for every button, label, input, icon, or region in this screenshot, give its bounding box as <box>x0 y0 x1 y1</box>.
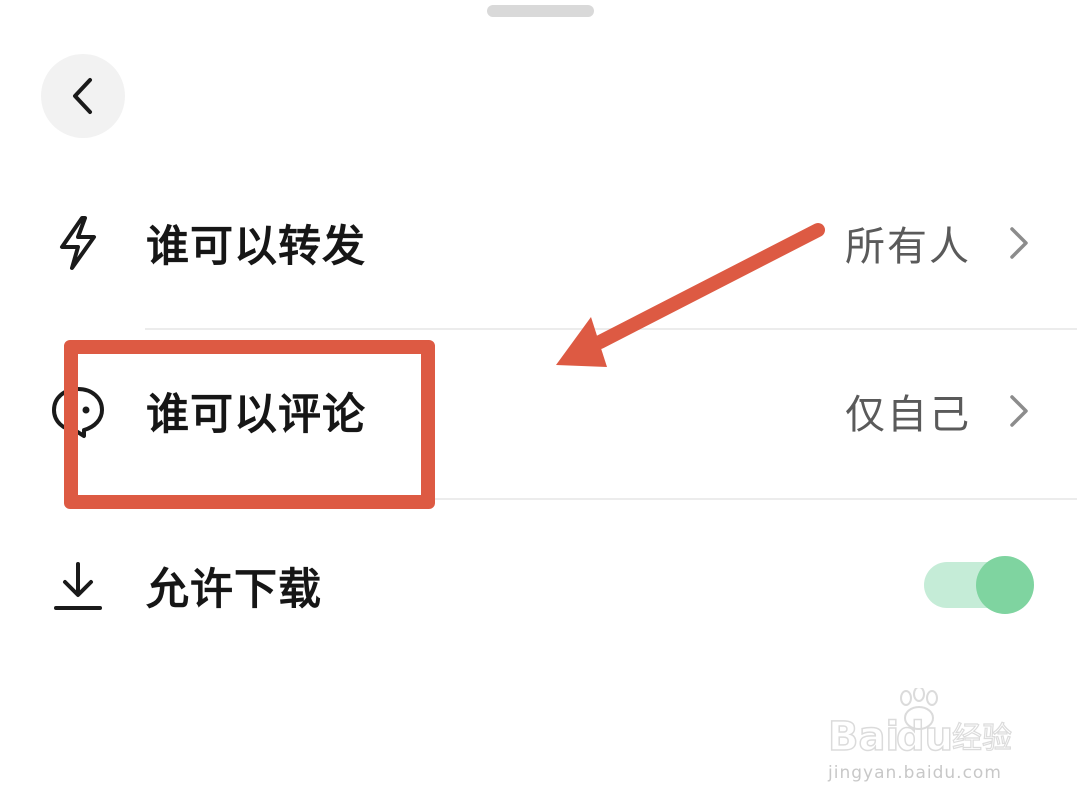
comment-icon <box>50 383 106 439</box>
setting-label-forward: 谁可以转发 <box>146 222 366 272</box>
privacy-settings-sheet: 谁可以转发 所有人 谁可以评论 仅自己 允许下载 Bai du 经验 jingy… <box>0 0 1077 807</box>
baidu-watermark: Bai du 经验 jingyan.baidu.com <box>827 688 1013 783</box>
back-button[interactable] <box>41 54 125 138</box>
chevron-right-icon <box>1010 227 1028 259</box>
toggle-knob <box>976 556 1034 614</box>
svg-text:Bai: Bai <box>828 714 899 760</box>
setting-label-download: 允许下载 <box>146 565 322 615</box>
setting-value-comment: 仅自己 <box>845 392 971 438</box>
svg-text:jingyan.baidu.com: jingyan.baidu.com <box>827 763 1002 783</box>
setting-label-comment: 谁可以评论 <box>146 390 366 440</box>
row-divider <box>145 498 1077 500</box>
setting-value-forward: 所有人 <box>845 224 971 270</box>
download-toggle[interactable] <box>924 556 1034 614</box>
setting-row-forward[interactable]: 谁可以转发 所有人 <box>0 188 1077 298</box>
chevron-right-icon <box>1010 395 1028 427</box>
sheet-drag-handle[interactable] <box>487 5 594 17</box>
setting-row-download[interactable]: 允许下载 <box>0 531 1077 641</box>
svg-text:du: du <box>896 714 953 760</box>
setting-row-comment[interactable]: 谁可以评论 仅自己 <box>0 356 1077 466</box>
download-icon <box>50 558 106 614</box>
row-divider <box>145 328 1077 330</box>
svg-text:经验: 经验 <box>952 721 1012 756</box>
lightning-icon <box>50 215 106 271</box>
chevron-left-icon <box>73 78 92 114</box>
